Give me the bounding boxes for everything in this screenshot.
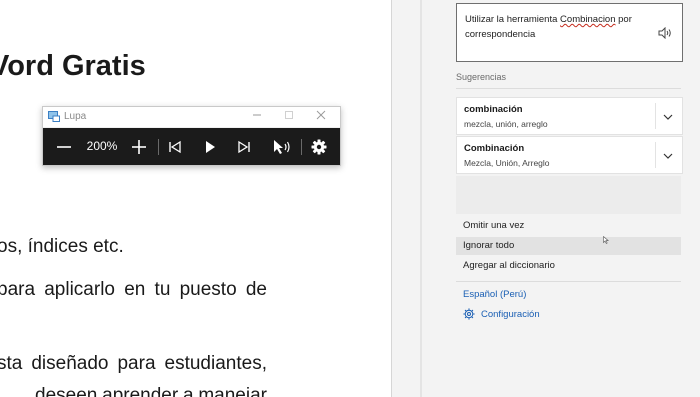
magnifier-toolbar: 200% xyxy=(43,128,340,165)
maximize-button[interactable] xyxy=(273,107,305,127)
word: para xyxy=(117,353,156,374)
suggestion-expand-button[interactable] xyxy=(662,109,674,127)
word: sta xyxy=(0,353,23,374)
magnifier-window[interactable]: Lupa 200% xyxy=(42,106,341,166)
document-line-2: para aplicarlo en tu puesto de xyxy=(0,279,267,301)
next-button[interactable] xyxy=(233,128,255,165)
word: en xyxy=(124,279,146,300)
gear-icon xyxy=(463,308,475,320)
pane-border xyxy=(420,0,422,397)
next-icon xyxy=(238,140,250,153)
zoom-in-button[interactable] xyxy=(126,128,152,165)
divider xyxy=(655,103,656,129)
toolbar-separator xyxy=(301,139,302,155)
minimize-button[interactable] xyxy=(241,107,273,127)
play-icon xyxy=(206,140,215,153)
context-sentence: Utilizar la herramienta Combinacion por … xyxy=(465,12,650,42)
play-button[interactable] xyxy=(199,128,221,165)
previous-button[interactable] xyxy=(164,128,186,165)
chevron-down-icon xyxy=(663,153,673,159)
suggestion-item[interactable]: Combinación Mezcla, Unión, Arreglo xyxy=(456,136,683,174)
suggestion-placeholder xyxy=(456,176,681,214)
gear-icon xyxy=(311,139,327,154)
ignore-all-label: Ignorar todo xyxy=(463,240,515,251)
word: de xyxy=(245,279,267,300)
document-heading: Vord Gratis xyxy=(0,50,146,82)
add-to-dictionary-button[interactable]: Agregar al diccionario xyxy=(456,257,681,275)
word: estudiantes, xyxy=(164,353,267,374)
context-text: Utilizar la herramienta xyxy=(465,14,561,25)
close-button[interactable] xyxy=(305,107,337,127)
suggestion-word: combinación xyxy=(464,104,523,115)
language-link[interactable]: Español (Perú) xyxy=(463,289,526,300)
document-line-4: deseen aprender a manejar xyxy=(0,385,267,397)
magnifier-title: Lupa xyxy=(64,111,87,122)
plus-icon xyxy=(132,139,146,154)
document-page: Vord Gratis os, índices etc. para aplica… xyxy=(0,0,420,397)
word: diseñado xyxy=(31,353,109,374)
ignore-once-label: Omitir una vez xyxy=(463,220,525,231)
word: a xyxy=(182,385,194,397)
read-from-here-button[interactable] xyxy=(269,128,295,165)
minimize-icon xyxy=(253,114,261,116)
maximize-icon xyxy=(285,111,293,119)
minus-icon xyxy=(57,145,71,148)
mouse-cursor-icon xyxy=(603,236,609,244)
suggestions-label: Sugerencias xyxy=(456,72,507,82)
zoom-level: 200% xyxy=(86,139,118,153)
settings-link[interactable]: Configuración xyxy=(463,307,540,321)
suggestion-synonyms: mezcla, unión, arreglo xyxy=(464,119,548,129)
editor-pane: Utilizar la herramienta Combinacion por … xyxy=(420,0,700,397)
settings-button[interactable] xyxy=(308,128,330,165)
word: aplicarlo xyxy=(44,279,115,300)
ignore-once-button[interactable]: Omitir una vez xyxy=(456,217,681,235)
word: aprender xyxy=(102,385,179,397)
word: para xyxy=(0,279,36,300)
context-box: Utilizar la herramienta Combinacion por … xyxy=(456,3,683,62)
ignore-all-button[interactable]: Ignorar todo xyxy=(456,237,681,255)
read-aloud-button[interactable] xyxy=(658,26,672,44)
close-icon xyxy=(316,110,326,120)
suggestion-item[interactable]: combinación mezcla, unión, arreglo xyxy=(456,97,683,135)
document-line-1: os, índices etc. xyxy=(0,236,124,257)
word: tu xyxy=(154,279,171,300)
magnifier-app-icon xyxy=(48,111,60,122)
chevron-down-icon xyxy=(663,114,673,120)
suggestion-synonyms: Mezcla, Unión, Arreglo xyxy=(464,158,550,168)
toolbar-separator xyxy=(158,139,159,155)
word: manejar xyxy=(198,385,267,397)
divider xyxy=(456,88,681,89)
suggestion-word: Combinación xyxy=(464,143,525,154)
divider xyxy=(456,281,681,282)
settings-label: Configuración xyxy=(481,308,540,320)
suggestion-expand-button[interactable] xyxy=(662,148,674,166)
word: puesto xyxy=(179,279,237,300)
magnifier-titlebar[interactable]: Lupa xyxy=(43,107,340,127)
misspelled-word: Combinacion xyxy=(560,14,616,25)
speaker-icon xyxy=(658,26,671,40)
divider xyxy=(655,142,656,168)
word: deseen xyxy=(35,385,98,397)
add-to-dictionary-label: Agregar al diccionario xyxy=(463,260,555,271)
document-line-3: sta diseñado para estudiantes, xyxy=(0,353,267,375)
page-gutter xyxy=(392,0,420,397)
read-from-here-icon xyxy=(274,139,290,154)
previous-icon xyxy=(169,140,181,153)
zoom-out-button[interactable] xyxy=(51,128,77,165)
